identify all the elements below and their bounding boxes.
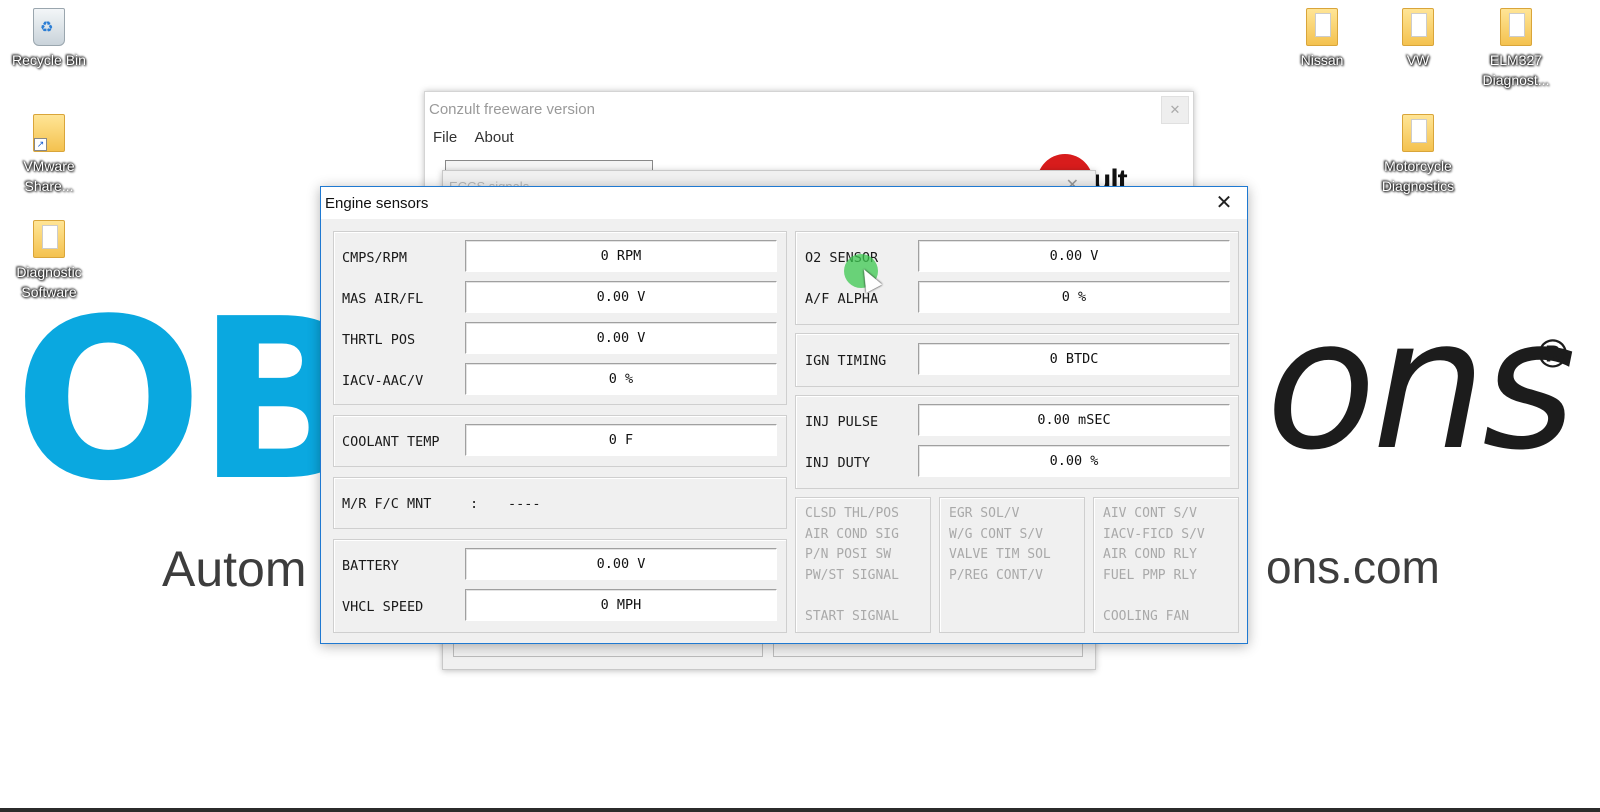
- label-mas-air: MAS AIR/FL: [342, 291, 424, 307]
- switch-valve-tim-sol: VALVE TIM SOL: [949, 547, 1051, 562]
- value-mas-air: 0.00 V: [465, 281, 777, 313]
- wallpaper-brand-right: ons: [1266, 281, 1576, 490]
- switch-cooling-fan: COOLING FAN: [1103, 608, 1190, 624]
- wallpaper-tagline-right: ons.com: [1266, 541, 1440, 593]
- value-coolant-temp: 0 F: [465, 424, 777, 456]
- desktop-icon-nissan[interactable]: Nissan: [1276, 8, 1368, 70]
- desktop-icon-label: VMware Share...: [23, 158, 75, 194]
- desktop-icon-label: Motorcycle Diagnostics: [1381, 158, 1455, 194]
- label-ign-timing: IGN TIMING: [805, 353, 887, 369]
- label-iacv-aac: IACV-AAC/V: [342, 373, 424, 389]
- switch-clsd-thl-pos: CLSD THL/POS: [805, 506, 899, 521]
- label-inj-duty: INJ DUTY: [805, 455, 871, 471]
- folder-icon: [33, 220, 65, 258]
- conzult-close-button[interactable]: ✕: [1161, 96, 1189, 124]
- switch-pwst-signal: PW/ST SIGNAL: [805, 567, 899, 583]
- label-cmps-rpm: CMPS/RPM: [342, 250, 408, 266]
- menu-file[interactable]: File: [433, 129, 457, 146]
- value-inj-pulse: 0.00 mSEC: [918, 404, 1230, 436]
- value-vhcl-speed: 0 MPH: [465, 589, 777, 621]
- label-af-alpha: A/F ALPHA: [805, 291, 879, 307]
- wallpaper-registered-mark: ®: [1538, 332, 1568, 376]
- label-vhcl-speed: VHCL SPEED: [342, 599, 424, 615]
- desktop-icon-vw[interactable]: VW: [1372, 8, 1464, 70]
- value-iacv-aac: 0 %: [465, 363, 777, 395]
- group-mr-fc: M/R F/C MNT : ----: [333, 477, 787, 529]
- taskbar-edge: [0, 808, 1600, 812]
- group-engine-primary: CMPS/RPM 0 RPM MAS AIR/FL 0.00 V THRTL P…: [333, 231, 787, 405]
- engine-sensors-title: Engine sensors: [325, 195, 429, 212]
- value-ign-timing: 0 BTDC: [918, 343, 1230, 375]
- group-injector: INJ PULSE 0.00 mSEC INJ DUTY 0.00 %: [795, 395, 1239, 489]
- label-mr-fc-mnt: M/R F/C MNT: [342, 496, 432, 512]
- label-inj-pulse: INJ PULSE: [805, 414, 879, 430]
- switch-egr-sol: EGR SOL/V: [949, 506, 1020, 521]
- switch-group-2: EGR SOL/V W/G CONT S/V VALVE TIM SOL P/R…: [939, 497, 1085, 633]
- group-battery-speed: BATTERY 0.00 V VHCL SPEED 0 MPH: [333, 539, 787, 633]
- value-o2-sensor: 0.00 V: [918, 240, 1230, 272]
- desktop-icon-label: Nissan: [1300, 52, 1344, 68]
- switch-wg-cont: W/G CONT S/V: [949, 526, 1043, 542]
- value-inj-duty: 0.00 %: [918, 445, 1230, 477]
- conzult-menubar: File About: [433, 129, 528, 146]
- group-coolant: COOLANT TEMP 0 F: [333, 415, 787, 467]
- mr-fc-separator: :: [470, 496, 479, 512]
- switch-pn-posi-sw: P/N POSI SW: [805, 547, 892, 562]
- desktop-icon-label: VW: [1406, 52, 1430, 68]
- desktop-icon-vmware-share[interactable]: ↗ VMware Share...: [3, 114, 95, 196]
- folder-icon: [1306, 8, 1338, 46]
- switch-air-cond-sig: AIR COND SIG: [805, 526, 899, 542]
- desktop-icon-diagnostic-software[interactable]: Diagnostic Software: [3, 220, 95, 302]
- desktop-icon-label: ELM327 Diagnost...: [1482, 52, 1550, 88]
- switch-air-cond-rly: AIR COND RLY: [1103, 547, 1197, 562]
- desktop-icon-elm327[interactable]: ELM327 Diagnost...: [1470, 8, 1562, 90]
- value-cmps-rpm: 0 RPM: [465, 240, 777, 272]
- desktop-icon-recycle-bin[interactable]: ♻ Recycle Bin: [3, 8, 95, 70]
- switch-start-signal: START SIGNAL: [805, 608, 899, 624]
- engine-sensors-titlebar[interactable]: Engine sensors ✕: [321, 187, 1247, 219]
- menu-about[interactable]: About: [475, 129, 514, 146]
- label-thrtl-pos: THRTL POS: [342, 332, 416, 348]
- wallpaper-tagline-left: Autom: [162, 541, 307, 597]
- recycle-bin-icon: ♻: [33, 8, 65, 46]
- engine-sensors-close-button[interactable]: ✕: [1201, 187, 1247, 219]
- conzult-window-title: Conzult freeware version: [429, 101, 595, 118]
- switch-preg-cont: P/REG CONT/V: [949, 567, 1043, 583]
- label-battery: BATTERY: [342, 558, 399, 574]
- folder-icon: [1500, 8, 1532, 46]
- switch-group-1: CLSD THL/POS AIR COND SIG P/N POSI SW PW…: [795, 497, 931, 633]
- desktop-icon-label: Recycle Bin: [12, 52, 86, 68]
- value-thrtl-pos: 0.00 V: [465, 322, 777, 354]
- switch-group-3: AIV CONT S/V IACV-FICD S/V AIR COND RLY …: [1093, 497, 1239, 633]
- group-ign-timing: IGN TIMING 0 BTDC: [795, 333, 1239, 387]
- switch-aiv-cont: AIV CONT S/V: [1103, 506, 1197, 521]
- value-battery: 0.00 V: [465, 548, 777, 580]
- folder-icon: [1402, 8, 1434, 46]
- value-mr-fc-mnt: ----: [508, 496, 541, 512]
- value-af-alpha: 0 %: [918, 281, 1230, 313]
- folder-shortcut-icon: ↗: [33, 114, 65, 152]
- label-coolant-temp: COOLANT TEMP: [342, 434, 440, 450]
- engine-sensors-window[interactable]: Engine sensors ✕ CMPS/RPM 0 RPM MAS AIR/…: [320, 186, 1248, 644]
- switch-fuel-pmp-rly: FUEL PMP RLY: [1103, 567, 1197, 583]
- folder-icon: [1402, 114, 1434, 152]
- desktop-icon-motorcycle-diagnostics[interactable]: Motorcycle Diagnostics: [1372, 114, 1464, 196]
- switch-iacv-ficd: IACV-FICD S/V: [1103, 526, 1205, 542]
- desktop-icon-label: Diagnostic Software: [16, 264, 82, 300]
